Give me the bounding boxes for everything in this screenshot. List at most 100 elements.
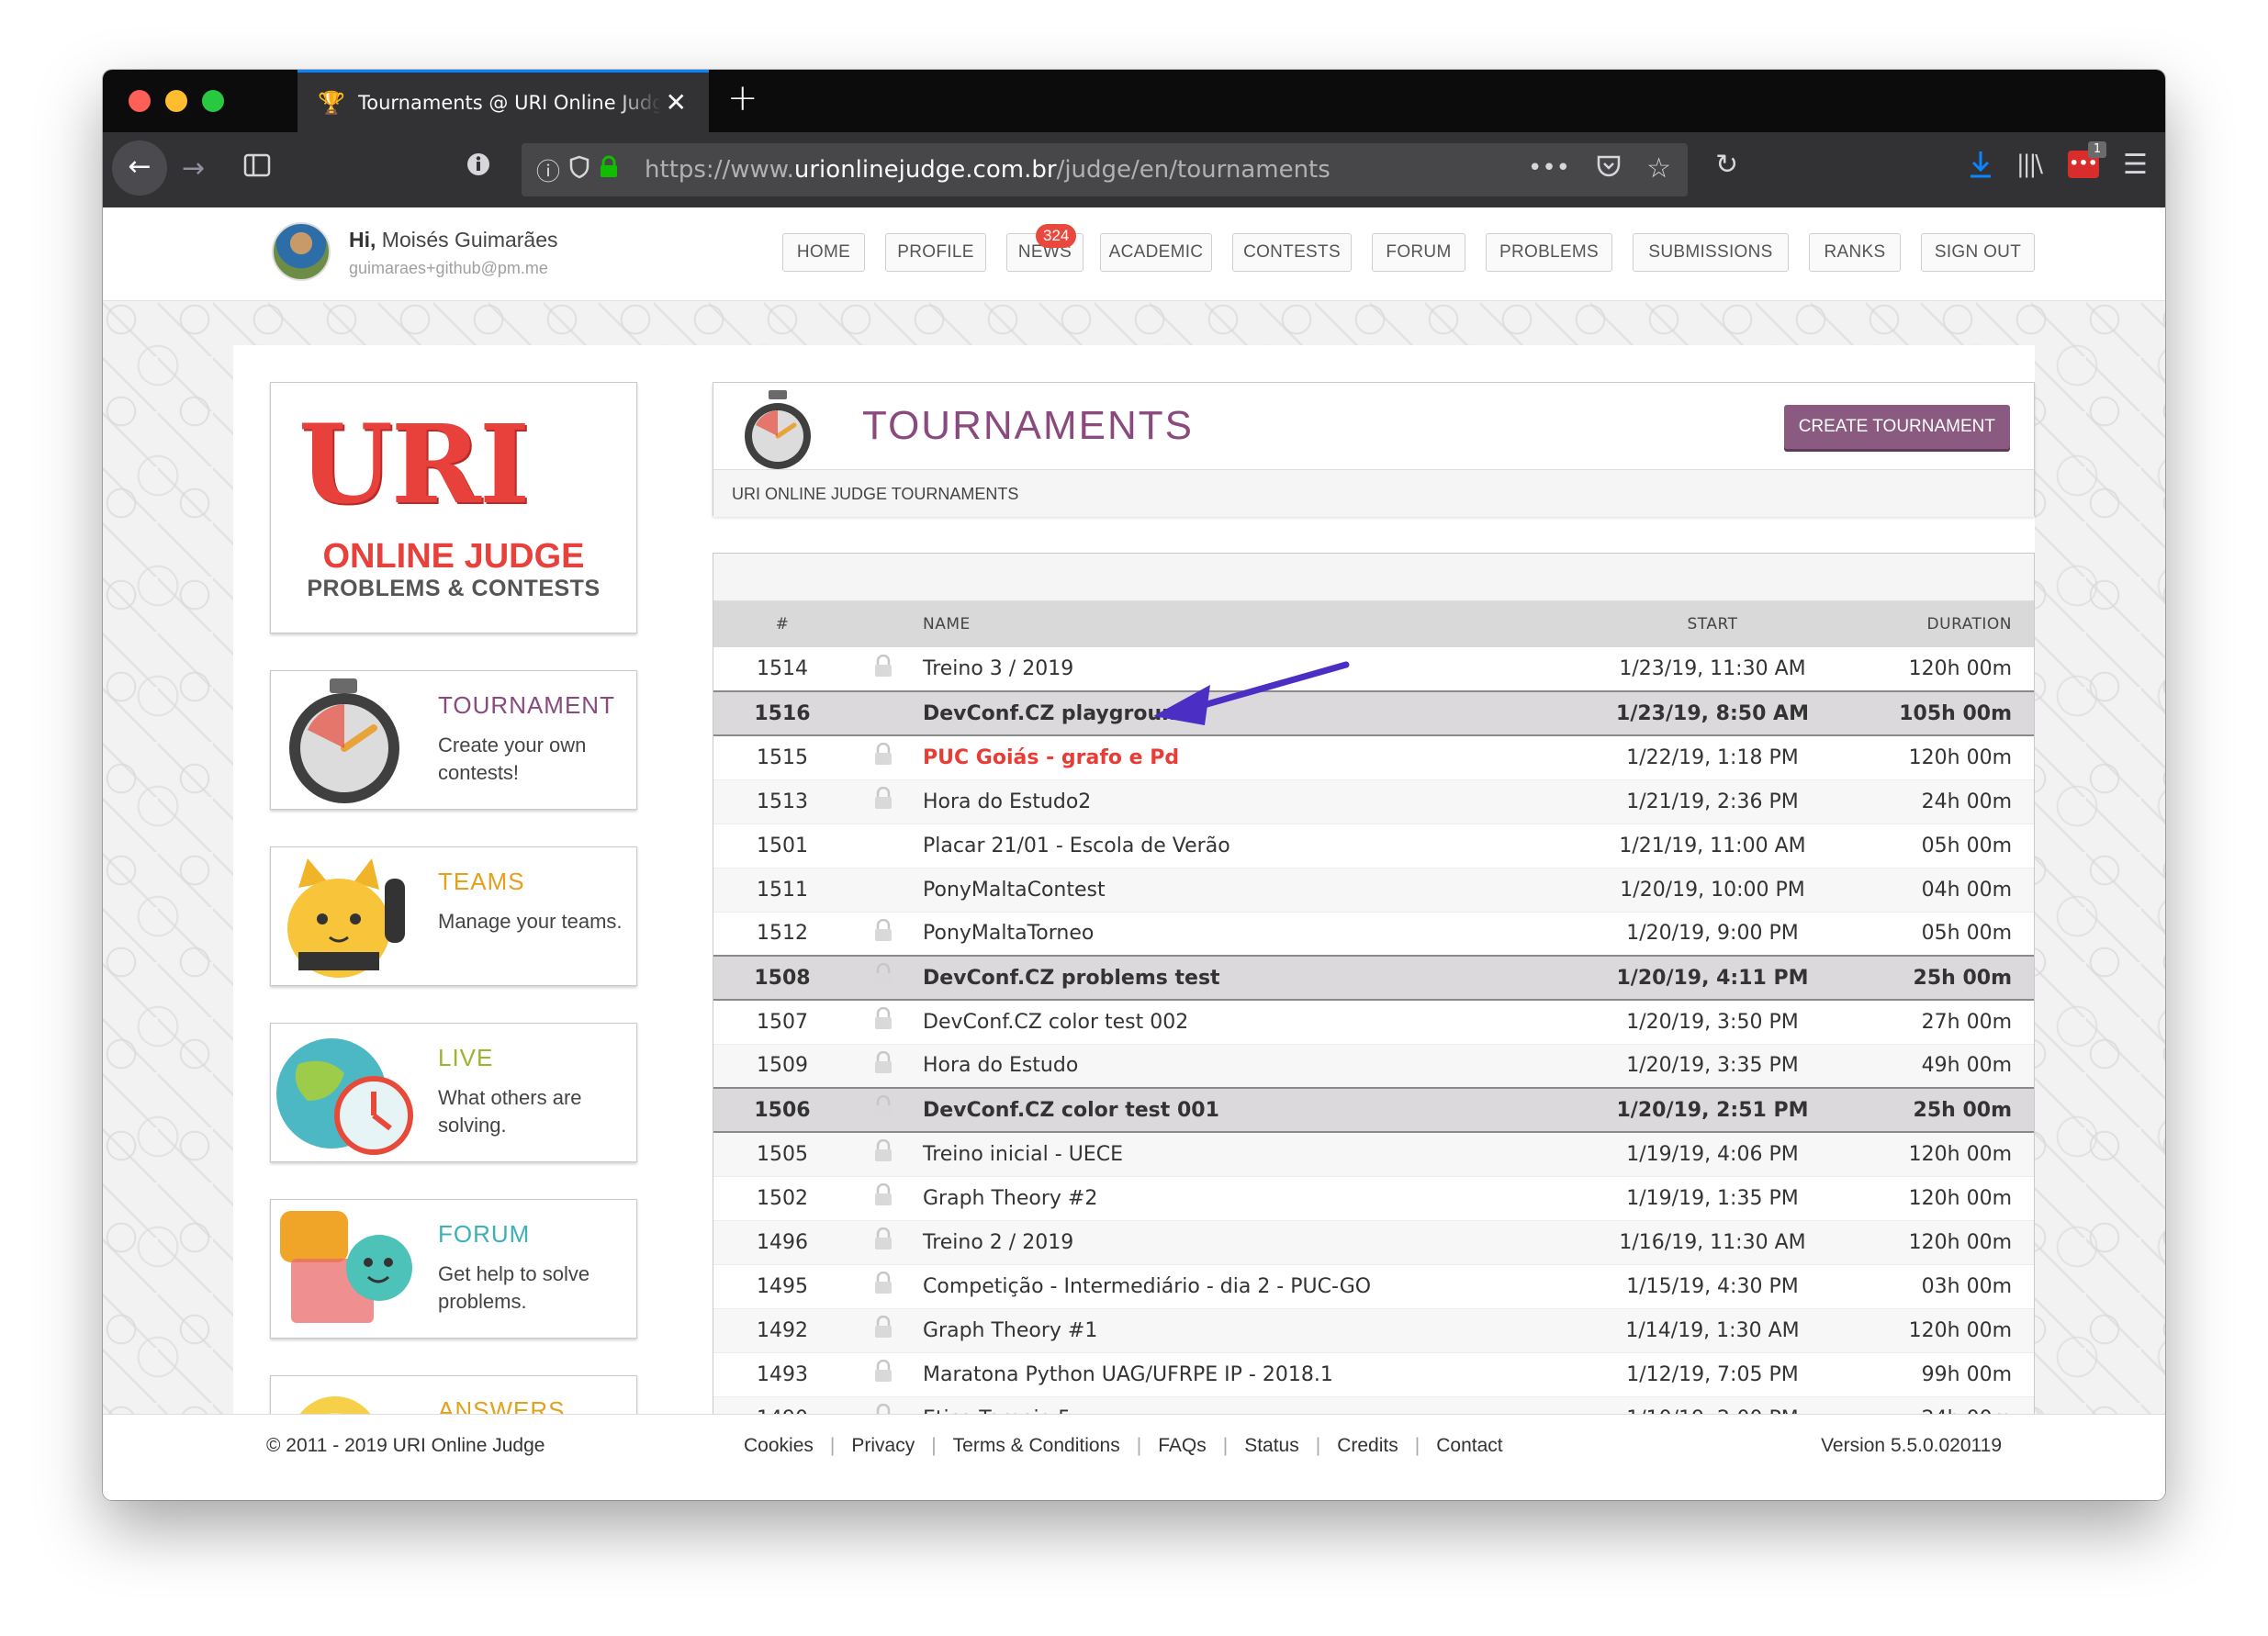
table-row[interactable]: 1493 Maratona Python UAG/UFRPE IP - 2018.… — [713, 1352, 2034, 1396]
tournament-id: 1514 — [757, 657, 808, 680]
tournament-name[interactable]: DevConf.CZ problems test — [915, 956, 1547, 1000]
table-row[interactable]: 1492 Graph Theory #1 1/14/19, 1:30 AM 120h … — [713, 1308, 2034, 1352]
lock-secure-icon[interactable] — [599, 155, 619, 185]
footer-link-credits[interactable]: Credits — [1337, 1435, 1398, 1457]
tournament-name[interactable]: PonyMaltaContest — [915, 868, 1547, 912]
menu-problems-button[interactable]: PROBLEMS — [1486, 233, 1612, 272]
column-header-duration[interactable]: DURATION — [1878, 601, 2034, 647]
create-tournament-button[interactable]: CREATE TOURNAMENT — [1783, 405, 2010, 449]
site-info-icon[interactable] — [465, 151, 492, 185]
uri-logo[interactable]: URI ONLINE JUDGE PROBLEMS & CONTESTS — [270, 382, 637, 633]
tournament-name[interactable]: DevConf.CZ playground — [915, 691, 1547, 735]
footer-link-privacy[interactable]: Privacy — [851, 1435, 915, 1457]
padlock-icon — [875, 1359, 892, 1382]
menu-contests-button[interactable]: CONTESTS — [1232, 233, 1352, 272]
library-icon[interactable]: |||\ — [2016, 151, 2043, 178]
browser-tab[interactable]: 🏆 Tournaments @ URI Online Judge ✕ — [298, 70, 709, 132]
footer-link-cookies[interactable]: Cookies — [744, 1435, 814, 1457]
menu-sign-out-button[interactable]: SIGN OUT — [1921, 233, 2035, 272]
logo-mark: URI — [298, 400, 530, 528]
close-tab-icon[interactable]: ✕ — [666, 87, 687, 118]
close-window-button[interactable] — [129, 90, 151, 112]
footer-link-terms[interactable]: Terms & Conditions — [953, 1435, 1120, 1457]
reload-icon[interactable]: ↻ — [1715, 149, 1738, 181]
forward-arrow-icon[interactable]: → — [182, 152, 205, 185]
table-row[interactable]: 1495 Competição - Intermediário - dia 2 -… — [713, 1264, 2034, 1308]
footer-link-faqs[interactable]: FAQs — [1158, 1435, 1207, 1457]
footer-separator: | — [1414, 1435, 1420, 1456]
menu-academic-button[interactable]: ACADEMIC — [1100, 233, 1212, 272]
address-bar[interactable]: ⓘ https://www.urionlinejudge.com.br/judg… — [522, 143, 1688, 196]
hamburger-menu-icon[interactable]: ☰ — [2123, 149, 2148, 181]
tournament-name[interactable]: Placar 21/01 - Escola de Verão — [915, 824, 1547, 868]
tournament-name[interactable]: PUC Goiás - grafo e Pd — [915, 735, 1547, 779]
column-header-id[interactable]: # — [713, 601, 851, 647]
avatar[interactable] — [272, 222, 331, 281]
padlock-icon — [875, 962, 892, 985]
tournament-start: 1/21/19, 2:36 PM — [1626, 790, 1799, 813]
tournament-name[interactable]: PonyMaltaTorneo — [915, 912, 1547, 956]
table-row[interactable]: 1515 PUC Goiás - grafo e Pd 1/22/19, 1:18 … — [713, 735, 2034, 779]
tournament-start: 1/19/19, 1:35 PM — [1626, 1186, 1799, 1210]
table-row[interactable]: 1502 Graph Theory #2 1/19/19, 1:35 PM 120h … — [713, 1176, 2034, 1220]
table-row[interactable]: 1516 DevConf.CZ playground 1/23/19, 8:50 A… — [713, 691, 2034, 735]
table-row[interactable]: 1509 Hora do Estudo 1/20/19, 3:35 PM 49h 00… — [713, 1044, 2034, 1088]
tournaments-table-body: 1514 Treino 3 / 2019 1/23/19, 11:30 AM 120h… — [713, 647, 2034, 1414]
table-row[interactable]: 1505 Treino inicial - UECE 1/19/19, 4:06 P… — [713, 1132, 2034, 1176]
page-actions-icon[interactable]: ••• — [1528, 154, 1570, 182]
sidebar-card-forum[interactable]: FORUM Get help to solve problems. — [270, 1199, 637, 1339]
menu-submissions-button[interactable]: SUBMISSIONS — [1633, 233, 1789, 272]
new-tab-icon[interactable]: + — [727, 77, 758, 119]
tournament-name[interactable]: DevConf.CZ color test 002 — [915, 1000, 1547, 1044]
tournament-name[interactable]: Graph Theory #1 — [915, 1308, 1547, 1352]
tournament-name[interactable]: DevConf.CZ color test 001 — [915, 1088, 1547, 1132]
sidebar-card-teams[interactable]: TEAMS Manage your teams. — [270, 846, 637, 986]
pocket-icon[interactable] — [1596, 154, 1622, 185]
table-row[interactable]: 1511 PonyMaltaContest 1/20/19, 10:00 PM 04h… — [713, 868, 2034, 912]
table-row[interactable]: 1501 Placar 21/01 - Escola de Verão 1/21/1… — [713, 824, 2034, 868]
tournament-name[interactable]: Hora do Estudo — [915, 1044, 1547, 1088]
table-row[interactable]: 1514 Treino 3 / 2019 1/23/19, 11:30 AM 120h… — [713, 647, 2034, 691]
menu-ranks-button[interactable]: RANKS — [1809, 233, 1901, 272]
news-count-badge: 324 — [1036, 224, 1077, 248]
tournament-duration: 05h 00m — [1921, 834, 2012, 857]
info-icon[interactable]: ⓘ — [536, 153, 560, 187]
tournament-name[interactable]: Competição - Intermediário - dia 2 - PUC… — [915, 1264, 1547, 1308]
tournament-name[interactable]: Hora do Estudo2 — [915, 779, 1547, 824]
column-header-start[interactable]: START — [1547, 601, 1878, 647]
column-header-name[interactable]: NAME — [915, 601, 1547, 647]
lock-cell — [851, 1000, 915, 1044]
footer-link-contact[interactable]: Contact — [1436, 1435, 1502, 1457]
sidebar-toggle-icon[interactable] — [242, 151, 272, 187]
tournament-name[interactable]: Treino 2 / 2019 — [915, 1220, 1547, 1264]
tournament-name[interactable]: Etica Torneio 5 — [915, 1396, 1547, 1415]
footer-link-status[interactable]: Status — [1244, 1435, 1299, 1457]
menu-profile-button[interactable]: PROFILE — [885, 233, 986, 272]
tournaments-table: # NAME START DURATION 1514 Treino 3 / 201… — [713, 601, 2034, 1414]
tournament-name[interactable]: Graph Theory #2 — [915, 1176, 1547, 1220]
minimize-window-button[interactable] — [165, 90, 187, 112]
tournament-start: 1/20/19, 3:35 PM — [1626, 1054, 1799, 1078]
lock-cell — [851, 1176, 915, 1220]
table-row[interactable]: 1496 Treino 2 / 2019 1/16/19, 11:30 AM 120h… — [713, 1220, 2034, 1264]
sidebar-card-live[interactable]: LIVE What others are solving. — [270, 1023, 637, 1162]
table-row[interactable]: 1507 DevConf.CZ color test 002 1/20/19, 3:… — [713, 1000, 2034, 1044]
table-row[interactable]: 1506 DevConf.CZ color test 001 1/20/19, 2:… — [713, 1088, 2034, 1132]
sidebar-card-tournament[interactable]: TOURNAMENT Create your own contests! — [270, 670, 637, 810]
back-arrow-icon[interactable]: ← — [112, 140, 167, 196]
table-row[interactable]: 1513 Hora do Estudo2 1/21/19, 2:36 PM 24h 0… — [713, 779, 2034, 824]
bookmark-star-icon[interactable]: ☆ — [1646, 152, 1671, 185]
tournament-name[interactable]: Maratona Python UAG/UFRPE IP - 2018.1 — [915, 1352, 1547, 1396]
maximize-window-button[interactable] — [202, 90, 224, 112]
downloads-icon[interactable] — [1967, 149, 1994, 187]
tournament-name[interactable]: Treino inicial - UECE — [915, 1132, 1547, 1176]
table-row[interactable]: 1508 DevConf.CZ problems test 1/20/19, 4:1… — [713, 956, 2034, 1000]
lock-cell — [851, 1396, 915, 1414]
tournament-id: 1492 — [757, 1318, 808, 1342]
table-row[interactable]: 1512 PonyMaltaTorneo 1/20/19, 9:00 PM 05h 0… — [713, 912, 2034, 956]
table-row[interactable]: 1490 Etica Torneio 51/10/19, 2:00 PM24h 0… — [713, 1396, 2034, 1414]
tournament-name[interactable]: Treino 3 / 2019 — [915, 647, 1547, 691]
tracking-shield-icon[interactable] — [569, 155, 589, 185]
menu-forum-button[interactable]: FORUM — [1372, 233, 1465, 272]
menu-home-button[interactable]: HOME — [782, 233, 865, 272]
